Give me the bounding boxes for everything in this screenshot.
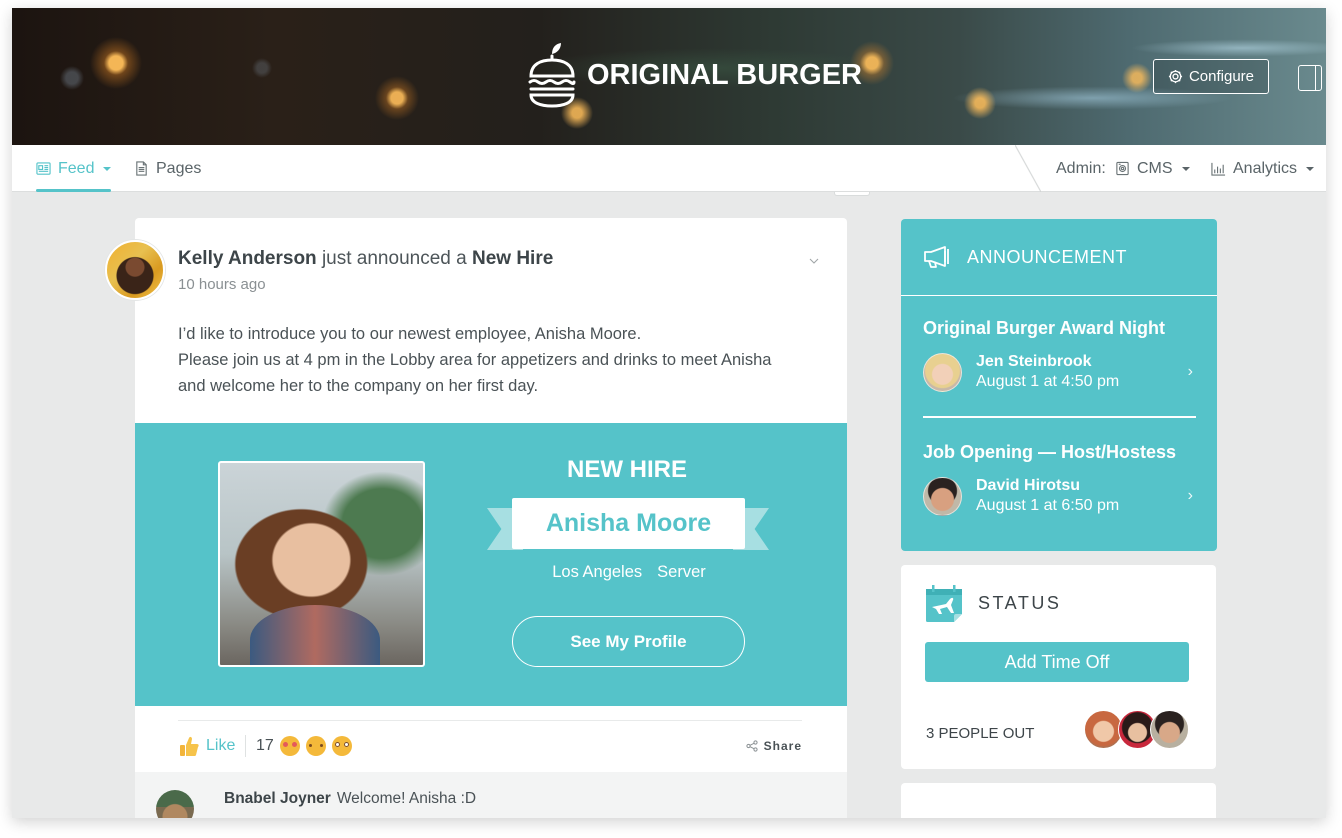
announcement-item[interactable]: Job Opening — Host/Hostess David Hirotsu… <box>923 442 1195 517</box>
share-label: Share <box>763 739 802 753</box>
people-out-label: 3 PEOPLE OUT <box>926 725 1035 742</box>
tab-pages[interactable]: Pages <box>134 145 201 192</box>
comment-text: Welcome! Anisha :D <box>336 790 477 807</box>
post-author[interactable]: Kelly Anderson <box>178 248 317 269</box>
feed-icon <box>36 162 51 175</box>
gear-icon <box>1168 69 1183 84</box>
like-label: Like <box>206 737 236 754</box>
brand-name: ORIGINAL BURGER <box>587 58 862 91</box>
top-navbar: Feed Pages Admin: CMS Analytics <box>12 145 1326 192</box>
add-time-off-button[interactable]: Add Time Off <box>925 642 1189 682</box>
bar-chart-icon <box>1211 162 1226 176</box>
comment-author[interactable]: Bnabel Joyner <box>224 790 331 807</box>
chevron-down-icon <box>1306 166 1315 171</box>
post-body-line: I’d like to introduce you to our newest … <box>178 325 642 343</box>
announcement-person: Jen Steinbrook <box>976 353 1092 370</box>
drawer-handle[interactable] <box>834 192 870 196</box>
post-timestamp: 10 hours ago <box>178 276 266 293</box>
cms-icon <box>1116 161 1129 176</box>
megaphone-icon <box>924 246 949 268</box>
heart-eyes-emoji-icon <box>279 736 300 756</box>
calendar-plane-icon <box>926 585 962 622</box>
new-hire-banner: NEW HIRE Anisha Moore Los Angeles Server … <box>135 423 847 706</box>
post-subject: New Hire <box>471 248 554 269</box>
feed-post: Kelly Anderson just announced a New Hire… <box>105 218 847 818</box>
cms-label: CMS <box>1137 159 1173 177</box>
surprised-emoji-icon <box>331 736 352 756</box>
avatar[interactable] <box>1150 710 1189 749</box>
reactions-summary[interactable]: 17 <box>245 735 352 757</box>
admin-label-text: Admin: <box>1056 159 1106 177</box>
status-card: STATUS Add Time Off 3 PEOPLE OUT <box>901 565 1216 769</box>
chevron-down-icon[interactable] <box>809 256 819 266</box>
brand-logo[interactable]: ORIGINAL BURGER <box>527 40 862 110</box>
announcement-card: ANNOUNCEMENT Original Burger Award Night… <box>901 219 1217 551</box>
announcement-person: David Hirotsu <box>976 477 1081 494</box>
announcement-title: ANNOUNCEMENT <box>967 246 1128 267</box>
people-out-avatars[interactable] <box>1084 710 1194 750</box>
reaction-count: 17 <box>256 737 274 754</box>
analytics-label: Analytics <box>1233 159 1298 177</box>
document-icon <box>136 161 147 176</box>
panel-toggle-icon[interactable] <box>1298 65 1322 91</box>
share-icon <box>746 740 758 752</box>
post-header: Kelly Anderson just announced a New Hire… <box>178 248 553 293</box>
avatar <box>923 353 962 392</box>
tab-feed[interactable]: Feed <box>36 145 112 192</box>
see-profile-button[interactable]: See My Profile <box>512 616 745 667</box>
new-hire-role: Server <box>657 563 706 581</box>
status-header: STATUS <box>926 585 1061 622</box>
status-title: STATUS <box>978 593 1062 613</box>
announcement-date: August 1 at 4:50 pm <box>976 373 1120 390</box>
divider <box>923 416 1196 418</box>
cms-menu[interactable]: CMS <box>1115 145 1190 192</box>
announcement-header: ANNOUNCEMENT <box>901 219 1217 296</box>
new-hire-name: Anisha Moore <box>512 498 745 549</box>
comment: Bnabel Joyner Welcome! Anisha :D <box>224 790 476 808</box>
like-button[interactable]: Like <box>178 735 235 757</box>
announcement-item-title: Job Opening — Host/Hostess <box>923 442 1177 462</box>
announcement-item-title: Original Burger Award Night <box>923 318 1166 338</box>
commenter-avatar[interactable] <box>156 790 194 818</box>
analytics-menu[interactable]: Analytics <box>1211 145 1315 192</box>
post-actions: Like 17 Share <box>178 720 802 772</box>
blush-emoji-icon <box>305 736 326 756</box>
post-body-line: and welcome her to the company on her fi… <box>178 377 539 395</box>
nav-divider <box>1015 145 1041 192</box>
hero-banner: ORIGINAL BURGER Configure <box>12 8 1326 145</box>
feed-label: Feed <box>58 159 95 177</box>
configure-label: Configure <box>1188 68 1255 85</box>
thumbs-up-icon <box>180 736 199 756</box>
configure-button[interactable]: Configure <box>1153 59 1269 94</box>
comment-list: Bnabel Joyner Welcome! Anisha :D <box>135 772 847 818</box>
burger-apple-logo-icon <box>528 43 576 108</box>
new-hire-location: Los Angeles <box>552 563 643 581</box>
sidebar-card <box>901 783 1216 818</box>
chevron-down-icon <box>103 166 112 171</box>
photo-detail <box>250 605 380 665</box>
announcement-item-author: David Hirotsu August 1 at 6:50 pm › <box>923 477 1195 517</box>
new-hire-meta: Los Angeles Server <box>513 563 745 582</box>
announcement-item-author: Jen Steinbrook August 1 at 4:50 pm › <box>923 353 1195 393</box>
chevron-right-icon[interactable]: › <box>1188 363 1193 381</box>
post-action: just announced a <box>321 248 467 269</box>
author-avatar[interactable] <box>105 240 165 300</box>
announcement-date: August 1 at 6:50 pm <box>976 497 1120 514</box>
app-window: ORIGINAL BURGER Configure Feed Pages Adm… <box>12 8 1326 818</box>
announcement-item[interactable]: Original Burger Award Night Jen Steinbro… <box>923 318 1195 393</box>
post-body: I’d like to introduce you to our newest … <box>178 321 818 399</box>
chevron-right-icon[interactable]: › <box>1188 487 1193 505</box>
new-hire-photo <box>218 461 425 667</box>
post-body-line: Please join us at 4 pm in the Lobby area… <box>178 351 772 369</box>
admin-label: Admin: <box>1056 145 1106 192</box>
new-hire-heading: NEW HIRE <box>567 456 687 483</box>
pages-label: Pages <box>156 159 202 177</box>
share-button[interactable]: Share <box>746 739 802 753</box>
post-title: Kelly Anderson just announced a New Hire <box>178 248 553 270</box>
chevron-down-icon <box>1181 166 1190 171</box>
avatar <box>923 477 962 516</box>
